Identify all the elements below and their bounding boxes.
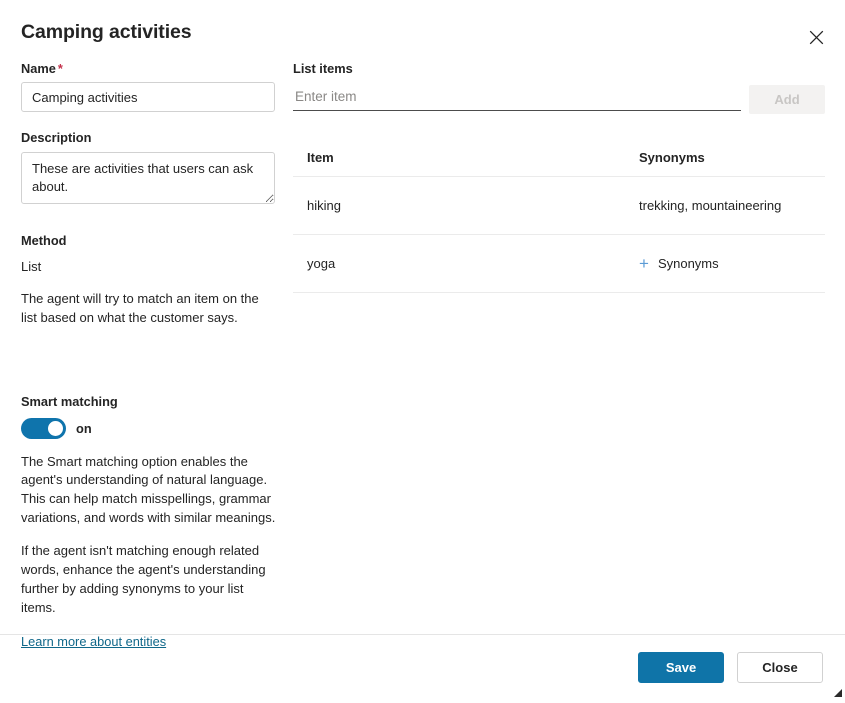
smart-matching-state: on: [76, 420, 92, 436]
cell-item: hiking: [293, 176, 625, 235]
plus-icon: +: [639, 254, 649, 273]
table-row[interactable]: hiking trekking, mountaineering: [293, 176, 825, 235]
close-button[interactable]: [801, 22, 831, 52]
add-synonyms-label: Synonyms: [657, 256, 719, 271]
list-items-table: Item Synonyms hiking trekking, mountaine…: [293, 150, 825, 293]
add-synonyms-button[interactable]: + Synonyms: [639, 255, 719, 272]
close-icon: [809, 30, 824, 45]
dialog-header: Camping activities: [0, 0, 845, 56]
table-header-row: Item Synonyms: [293, 150, 825, 177]
cell-item: yoga: [293, 234, 625, 293]
dialog-footer: Save Close: [0, 634, 845, 700]
smart-matching-paragraph-2: If the agent isn't matching enough relat…: [21, 542, 266, 615]
name-input[interactable]: [21, 82, 275, 113]
list-items-add-row: Add: [293, 85, 825, 114]
method-label: Method: [21, 232, 67, 248]
column-header-synonyms: Synonyms: [625, 150, 825, 177]
page-title: Camping activities: [21, 21, 192, 43]
cell-synonyms: + Synonyms: [625, 234, 825, 293]
close-footer-button[interactable]: Close: [737, 652, 823, 683]
table-row[interactable]: yoga + Synonyms: [293, 234, 825, 293]
smart-matching-toggle[interactable]: [21, 417, 66, 439]
left-panel: Name* Description Method List The agent …: [21, 61, 277, 651]
list-item-input[interactable]: [293, 85, 741, 111]
save-button[interactable]: Save: [638, 652, 724, 683]
smart-matching-label: Smart matching: [21, 393, 118, 409]
toggle-knob: [48, 420, 63, 436]
add-item-button[interactable]: Add: [749, 85, 825, 114]
smart-matching-paragraph-1: The Smart matching option enables the ag…: [21, 453, 276, 526]
required-marker: *: [57, 61, 63, 76]
resize-grip[interactable]: [830, 685, 843, 698]
name-label: Name *: [21, 61, 277, 76]
dialog-body: Name* Description Method List The agent …: [0, 56, 845, 649]
method-value: List: [21, 259, 42, 275]
column-header-item: Item: [293, 150, 625, 177]
smart-matching-row: on: [21, 417, 277, 439]
description-textarea[interactable]: [21, 151, 275, 204]
description-label: Description: [21, 130, 92, 146]
method-help-text: The agent will try to match an item on t…: [21, 290, 259, 325]
cell-synonyms: trekking, mountaineering: [625, 176, 825, 235]
right-panel: List items Add Item Synonyms: [293, 61, 825, 293]
name-label-text: Name: [21, 61, 56, 76]
entity-editor-dialog: Camping activities Name* Description Met…: [0, 0, 845, 700]
list-items-label: List items: [293, 61, 353, 76]
